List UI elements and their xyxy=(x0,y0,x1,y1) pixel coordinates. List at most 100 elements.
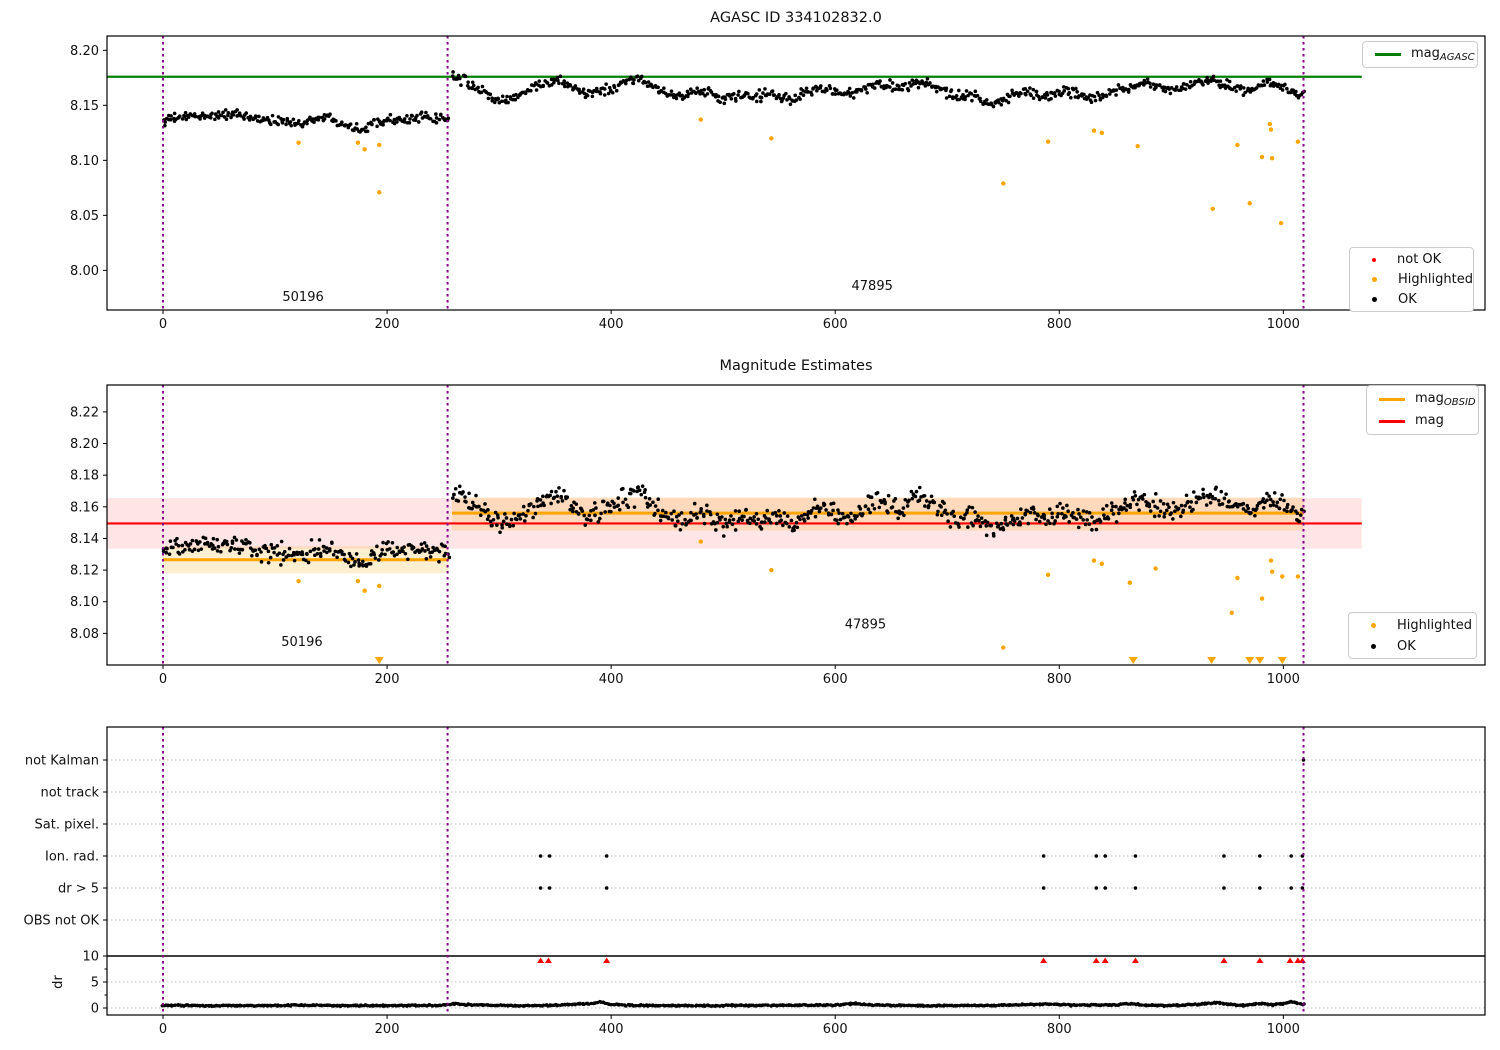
x-tick-label: 600 xyxy=(823,672,848,687)
ok-point xyxy=(637,488,642,493)
ok-point xyxy=(831,508,835,513)
ok-point xyxy=(705,503,709,508)
ok-point xyxy=(602,93,607,97)
ok-point xyxy=(944,86,949,91)
ok-point xyxy=(1094,527,1099,532)
ok-point xyxy=(541,83,545,88)
ok-point xyxy=(914,489,919,494)
ok-point xyxy=(212,546,217,551)
highlighted-point xyxy=(296,140,301,145)
x-tick-label: 0 xyxy=(159,317,167,332)
ok-point xyxy=(565,495,570,499)
ok-point xyxy=(1162,514,1167,519)
ok-point xyxy=(716,94,721,99)
legend-label: magAGASC xyxy=(1411,46,1475,63)
ok-point xyxy=(864,87,868,91)
ok-point xyxy=(573,84,578,88)
ok-point xyxy=(1053,94,1058,98)
ok-point xyxy=(1081,509,1086,513)
ok-point xyxy=(631,81,635,85)
ok-point xyxy=(639,74,644,79)
ok-point xyxy=(1069,95,1073,100)
ok-point xyxy=(237,551,242,555)
ok-point xyxy=(405,113,409,118)
y-tick-label: 8.08 xyxy=(70,627,99,642)
ok-point xyxy=(757,88,762,92)
highlighted-point xyxy=(1295,574,1301,579)
ok-point xyxy=(1186,499,1190,504)
highlighted-point xyxy=(698,117,703,122)
ok-point xyxy=(518,513,522,517)
y-tick-label: 8.05 xyxy=(70,209,99,224)
ok-point xyxy=(1151,499,1155,504)
ok-point xyxy=(594,506,598,510)
ok-point xyxy=(463,495,467,499)
ok-point xyxy=(866,507,871,512)
ok-point xyxy=(390,540,395,545)
ok-point xyxy=(1268,503,1273,508)
dr-exceed-marker xyxy=(1220,957,1228,963)
ok-point xyxy=(936,509,940,514)
ok-point xyxy=(255,552,259,557)
ok-point xyxy=(356,558,361,562)
ok-point xyxy=(175,536,179,541)
ok-point xyxy=(1277,506,1281,510)
ok-point xyxy=(902,513,906,518)
clipped-low-marker xyxy=(1207,657,1217,664)
ok-point xyxy=(369,122,374,126)
flag-point xyxy=(1258,886,1262,890)
highlighted-point xyxy=(1099,561,1105,566)
ok-point xyxy=(1001,527,1006,532)
ok-point xyxy=(792,528,796,532)
ok-point xyxy=(813,497,817,502)
ok-point xyxy=(498,530,502,535)
ok-point xyxy=(266,560,271,565)
ok-point xyxy=(835,88,839,92)
ok-point xyxy=(759,520,764,524)
ok-point xyxy=(965,508,970,512)
ok-point xyxy=(279,563,283,567)
ok-point xyxy=(1082,92,1086,97)
ok-point xyxy=(1262,83,1267,87)
dr-exceed-marker xyxy=(1131,957,1139,963)
mag-line-swatch xyxy=(1379,419,1405,423)
highlighted-point xyxy=(1269,155,1275,161)
ok-point xyxy=(752,515,756,519)
ok-point xyxy=(373,556,378,560)
ok-point xyxy=(822,502,827,507)
ok-point xyxy=(230,541,235,545)
ok-point xyxy=(1104,503,1109,508)
ok-point xyxy=(813,514,818,519)
clipped-low-marker xyxy=(1255,657,1265,664)
ok-point xyxy=(292,552,296,557)
highlighted-point xyxy=(1229,610,1235,615)
legend-label: magOBSID xyxy=(1415,390,1476,408)
ok-point xyxy=(1253,513,1257,518)
ok-point xyxy=(1285,502,1290,507)
ok-point xyxy=(328,112,332,116)
ok-point xyxy=(311,117,315,121)
x-tick-label: 400 xyxy=(599,1022,624,1037)
ok-point xyxy=(297,118,301,123)
ok-point xyxy=(1111,512,1116,516)
ok-point xyxy=(604,82,608,86)
ok-point xyxy=(794,98,799,102)
ok-point xyxy=(219,549,223,554)
ok-point xyxy=(291,117,296,122)
ok-point xyxy=(845,521,849,526)
legend-item-highlighted: Highlighted xyxy=(1358,272,1473,287)
ok-point xyxy=(439,112,443,117)
ok-point xyxy=(837,511,841,515)
ok-point xyxy=(1090,515,1094,519)
x-tick-label: 1000 xyxy=(1267,317,1300,332)
ok-point xyxy=(917,498,922,503)
ok-point xyxy=(1056,511,1060,516)
ok-point xyxy=(360,559,365,564)
ok-point xyxy=(581,87,586,91)
dr-point xyxy=(691,1004,695,1008)
ok-point xyxy=(1162,511,1167,516)
ok-point xyxy=(835,518,839,522)
highlighted-point xyxy=(377,190,382,195)
legend-label: OK xyxy=(1398,292,1417,307)
ok-point xyxy=(215,537,220,542)
